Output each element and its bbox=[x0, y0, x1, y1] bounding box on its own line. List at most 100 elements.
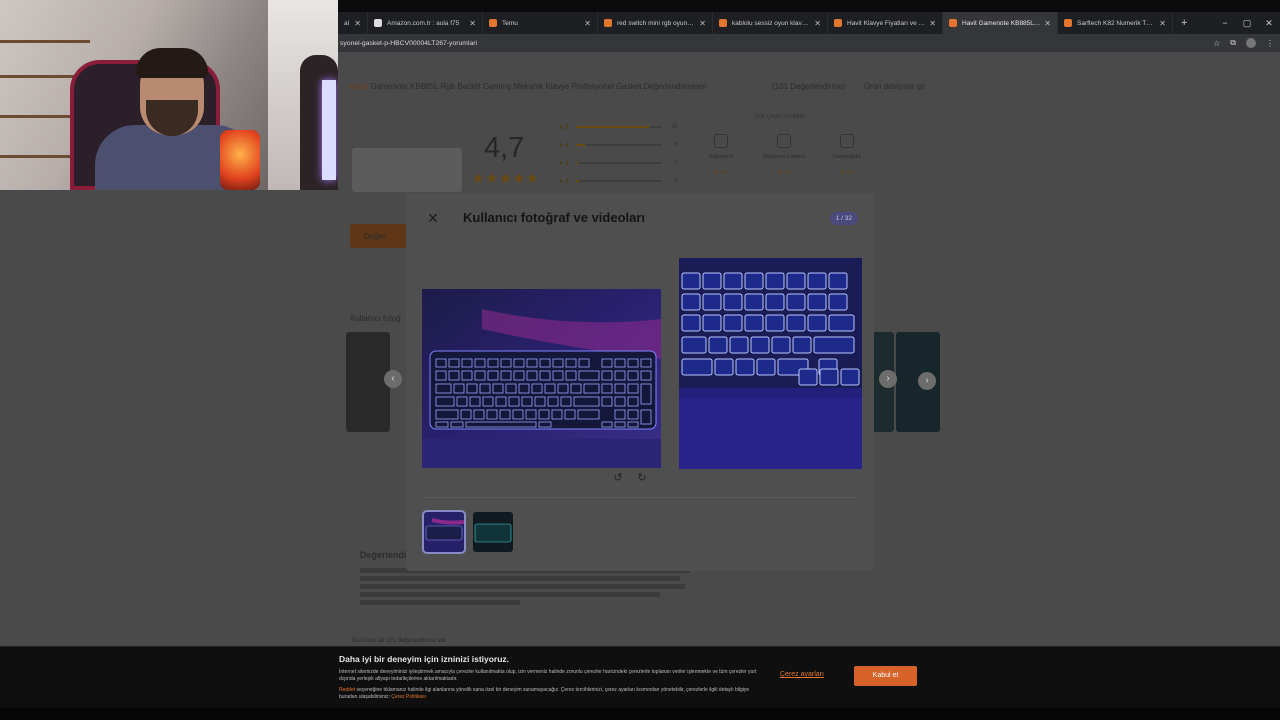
tab-close-icon[interactable]: ✕ bbox=[814, 19, 821, 28]
tab-close-icon[interactable]: ✕ bbox=[929, 19, 936, 28]
feature-value: ★ 4,7 bbox=[776, 170, 792, 176]
rating-bar-count: 1 bbox=[674, 160, 678, 166]
rating-bar-fill bbox=[576, 126, 650, 128]
modal-next-arrow-icon[interactable]: › bbox=[879, 370, 897, 388]
features-title: Öne çıkan özellikler bbox=[754, 114, 807, 120]
cookie-policy-link[interactable]: Çerez Politikası bbox=[391, 694, 426, 700]
bottom-strip bbox=[0, 708, 1280, 720]
tab-favicon-icon bbox=[949, 19, 957, 27]
average-rating: 4,7 bbox=[484, 132, 525, 164]
cookie-text-2: Reddet seçeneğine tıklamanız halinde ilg… bbox=[339, 687, 759, 701]
tab-close-icon[interactable]: ✕ bbox=[1159, 19, 1166, 28]
media-counter-badge: 1 / 32 bbox=[829, 212, 858, 225]
media-thumbnail-selected[interactable] bbox=[422, 510, 466, 554]
minimize-icon[interactable]: − bbox=[1214, 18, 1236, 28]
description-heading: Değerlendi bbox=[360, 550, 407, 560]
user-photo-thumb[interactable] bbox=[346, 332, 390, 432]
tab-close-icon[interactable]: ✕ bbox=[584, 19, 591, 28]
rating-bar-row[interactable]: ★ 3 1 bbox=[558, 154, 678, 172]
rating-distribution: ★ 5 90 ★ 4 6 ★ 3 1 ★ 2 2 bbox=[558, 118, 678, 190]
menu-icon[interactable]: ⋮ bbox=[1266, 39, 1274, 48]
top-strip bbox=[338, 0, 1280, 12]
browser-tabbar: al ✕ Amazon.com.tr : aula f75 ✕ Temu ✕ red swi… bbox=[338, 12, 1280, 34]
cookie-text: İnternet sitemizde deneyiminizi iyileşti… bbox=[339, 669, 757, 682]
feature-label: Ergonomi bbox=[709, 154, 733, 160]
maximize-icon[interactable]: ▢ bbox=[1236, 18, 1258, 29]
browser-tab[interactable]: Havit Klavye Fiyatları ve Mode ✕ bbox=[828, 12, 943, 34]
current-media-image[interactable] bbox=[422, 289, 661, 468]
screen: al ✕ Amazon.com.tr : aula f75 ✕ Temu ✕ red swi… bbox=[0, 0, 1280, 720]
feature-label: Malzeme Kalitesi bbox=[763, 154, 805, 160]
user-photos-heading: Kullanıcı fotoğ bbox=[350, 314, 401, 323]
tab-favicon-icon bbox=[1064, 19, 1072, 27]
tab-favicon-icon bbox=[489, 19, 497, 27]
go-to-product-link[interactable]: Ürün detayına git bbox=[864, 82, 925, 91]
product-title: Havit Gamenote KB885L Rgb Backlit Gaming… bbox=[350, 82, 707, 91]
tab-label: kablolu sessiz oyun klavyesi m bbox=[732, 19, 810, 27]
rating-stars: ★★★★★ bbox=[472, 170, 540, 186]
prev-arrow-icon[interactable]: ‹ bbox=[384, 370, 402, 388]
tab-close-icon[interactable]: ✕ bbox=[1044, 19, 1051, 28]
feature-material-quality: Malzeme Kalitesi ★ 4,7 bbox=[759, 134, 809, 176]
rating-bar-count: 90 bbox=[671, 124, 678, 130]
left-dim-area bbox=[0, 190, 338, 646]
browser-tab[interactable]: Amazon.com.tr : aula f75 ✕ bbox=[368, 12, 483, 34]
url-text[interactable]: syonel-gasket-p-HBCV00004LT267-yorumlari bbox=[340, 40, 477, 47]
bookmark-star-icon[interactable]: ☆ bbox=[1213, 39, 1220, 48]
tab-close-icon[interactable]: ✕ bbox=[354, 19, 361, 28]
close-icon[interactable]: ✕ bbox=[426, 211, 440, 225]
tab-close-icon[interactable]: ✕ bbox=[469, 19, 476, 28]
browser-tab[interactable]: Havit Gamenote KB885L Rgb ✕ bbox=[943, 12, 1058, 34]
rating-bar-count: 2 bbox=[674, 178, 678, 184]
reject-link[interactable]: Reddet bbox=[339, 687, 355, 693]
tab-label: red switch mini rgb oyun klav bbox=[617, 19, 696, 27]
cookie-consent-banner: Daha iyi bir deneyim için izninizi istiy… bbox=[0, 646, 1280, 708]
browser-tab[interactable]: red switch mini rgb oyun klav ✕ bbox=[598, 12, 713, 34]
feature-durability: Dayanıklılık ★ 4,5 bbox=[822, 134, 872, 176]
rotate-right-icon[interactable]: ↻ bbox=[635, 471, 649, 485]
tab-label: Amazon.com.tr : aula f75 bbox=[387, 19, 460, 27]
rating-bar-count: 6 bbox=[674, 142, 678, 148]
feature-ergonomics: Ergonomi ★ 4,6 bbox=[696, 134, 746, 176]
media-viewer-modal: ✕ Kullanıcı fotoğraf ve videoları 1 / 32 bbox=[406, 193, 874, 571]
tab-close-icon[interactable]: ✕ bbox=[699, 19, 706, 28]
ergonomics-icon bbox=[714, 134, 728, 148]
tab-favicon-icon bbox=[374, 19, 382, 27]
address-bar[interactable]: syonel-gasket-p-HBCV00004LT267-yorumlari… bbox=[338, 34, 1280, 52]
extensions-icon[interactable]: ⧉ bbox=[1230, 38, 1236, 48]
browser-tab[interactable]: Temu ✕ bbox=[483, 12, 598, 34]
browser-tab[interactable]: Sarftech K82 Numerik Tuş Sa ✕ bbox=[1058, 12, 1173, 34]
next-arrow-icon[interactable]: › bbox=[918, 372, 936, 390]
rating-bar-row[interactable]: ★ 2 2 bbox=[558, 172, 678, 190]
product-image bbox=[352, 148, 462, 192]
address-bar-icons: ☆ ⧉ ⋮ bbox=[1213, 34, 1274, 52]
cookie-settings-link[interactable]: Çerez ayarları bbox=[780, 671, 824, 678]
feature-value: ★ 4,5 bbox=[839, 170, 855, 176]
browser-tab[interactable]: al ✕ bbox=[338, 12, 368, 34]
durability-icon bbox=[840, 134, 854, 148]
brand-name[interactable]: Havit bbox=[350, 82, 368, 91]
next-media-image[interactable] bbox=[679, 258, 862, 469]
rating-bar-row[interactable]: ★ 4 6 bbox=[558, 136, 678, 154]
divider bbox=[422, 497, 858, 498]
rating-bar-row[interactable]: ★ 5 90 bbox=[558, 118, 678, 136]
tab-favicon-icon bbox=[834, 19, 842, 27]
rating-bar-track bbox=[576, 144, 662, 146]
rotate-left-icon[interactable]: ↺ bbox=[611, 471, 625, 485]
new-tab-icon[interactable]: + bbox=[1181, 17, 1187, 29]
rating-bar-label: ★ 2 bbox=[558, 178, 569, 185]
media-thumbnail[interactable] bbox=[473, 512, 513, 552]
rating-bar-label: ★ 4 bbox=[558, 142, 569, 149]
rating-bar-label: ★ 3 bbox=[558, 160, 569, 167]
accept-cookies-button[interactable]: Kabul et bbox=[854, 666, 917, 686]
tab-label: al bbox=[344, 19, 350, 27]
profile-avatar[interactable] bbox=[1246, 38, 1256, 48]
webcam-overlay bbox=[0, 0, 338, 190]
tab-favicon-icon bbox=[719, 19, 727, 27]
reviews-footer: Bu ürüne ait 101 değerlendirme var bbox=[352, 638, 447, 644]
modal-title: Kullanıcı fotoğraf ve videoları bbox=[463, 210, 646, 225]
browser-tab[interactable]: kablolu sessiz oyun klavyesi m ✕ bbox=[713, 12, 828, 34]
cookie-title: Daha iyi bir deneyim için izninizi istiy… bbox=[339, 654, 510, 664]
close-window-icon[interactable]: ✕ bbox=[1258, 18, 1280, 29]
rating-bar-label: ★ 5 bbox=[558, 124, 569, 131]
